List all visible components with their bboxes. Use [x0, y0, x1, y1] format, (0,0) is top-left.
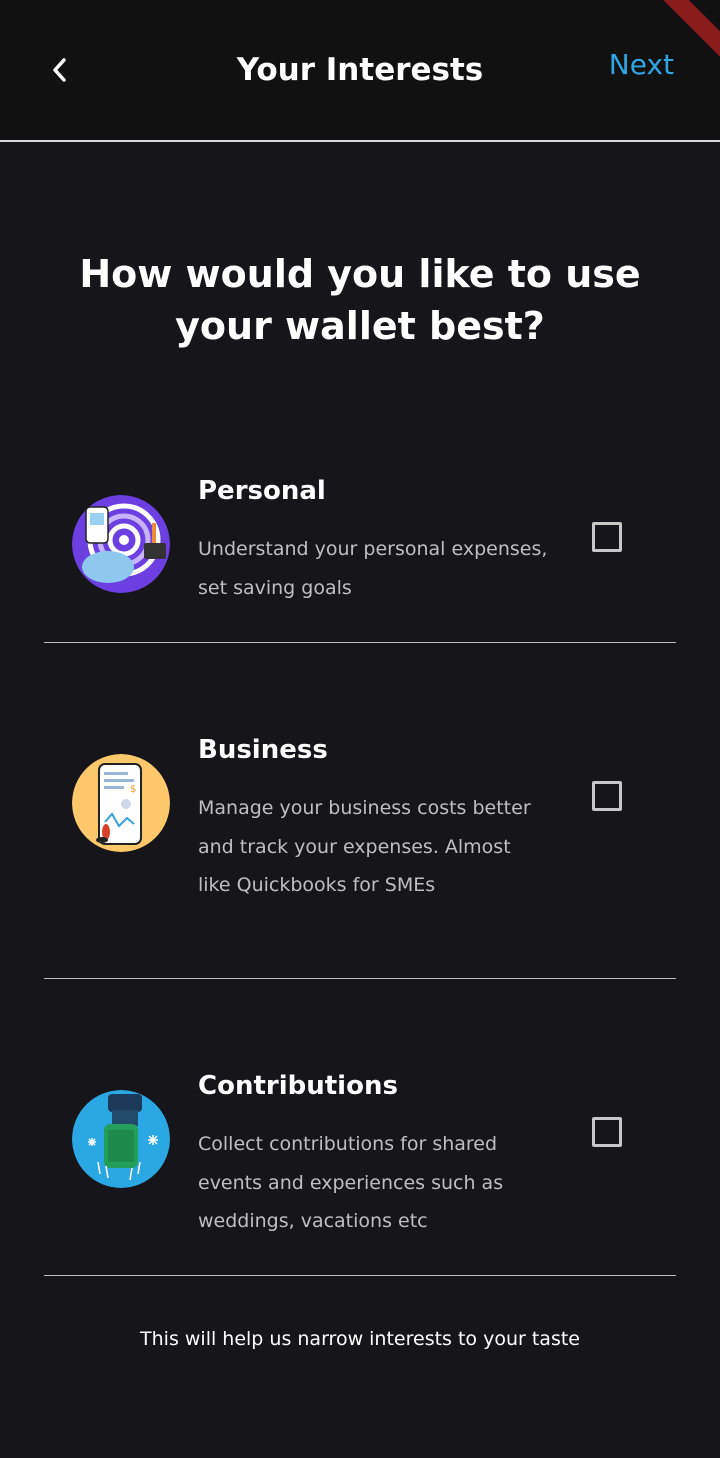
option-description: Understand your personal expenses, set s… [198, 538, 548, 599]
contributions-illustration-icon [72, 1090, 170, 1188]
page-title: Your Interests [236, 52, 484, 88]
option-title: Personal [198, 476, 326, 506]
app-bar-divider [0, 140, 720, 142]
interests-screen: Your Interests Next How would you like t… [0, 0, 720, 1458]
option-personal[interactable]: Personal Understand your personal expens… [44, 470, 676, 642]
option-contributions[interactable]: Contributions Collect contributions for … [44, 1065, 676, 1275]
app-bar: Your Interests Next [0, 0, 720, 140]
personal-illustration-icon [72, 495, 170, 593]
personal-checkbox[interactable] [592, 522, 622, 552]
contributions-checkbox[interactable] [592, 1117, 622, 1147]
option-description: Collect contributions for shared events … [198, 1133, 504, 1232]
option-description: Manage your business costs better and tr… [198, 797, 531, 896]
option-divider [44, 978, 676, 979]
option-title: Contributions [198, 1071, 398, 1101]
business-illustration-icon: $ [72, 754, 170, 852]
debug-banner [660, 0, 720, 60]
option-divider [44, 642, 676, 643]
chevron-left-icon [53, 58, 66, 82]
option-business[interactable]: $ Business Manage your business costs be… [44, 729, 676, 978]
option-divider [44, 1275, 676, 1276]
business-checkbox[interactable] [592, 781, 622, 811]
option-title: Business [198, 735, 328, 765]
headline: How would you like to use your wallet be… [79, 252, 641, 348]
svg-text:$: $ [130, 784, 136, 795]
footer-hint: This will help us narrow interests to yo… [140, 1328, 580, 1350]
back-button[interactable] [40, 50, 80, 90]
